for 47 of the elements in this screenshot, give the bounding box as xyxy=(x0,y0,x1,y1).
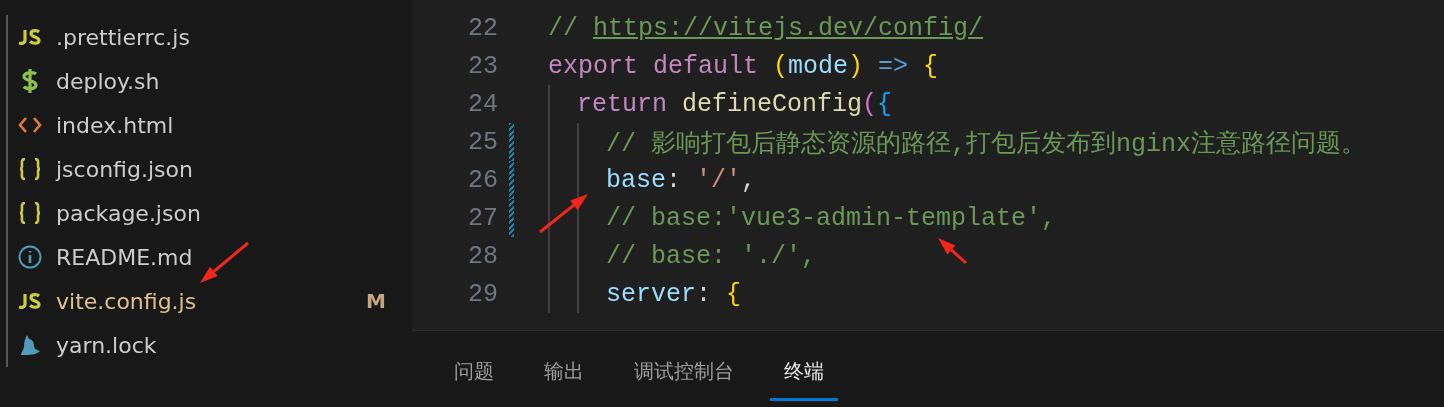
line-number: 24 xyxy=(467,89,498,119)
file-name: index.html xyxy=(56,112,174,138)
panel-tab[interactable]: 输出 xyxy=(530,341,598,401)
dollar-icon xyxy=(22,68,38,94)
code-line: server: { xyxy=(606,279,742,309)
panel-tab[interactable]: 问题 xyxy=(440,341,508,401)
code-line: // 影响打包后静态资源的路径,打包后发布到nginx注意路径问题。 xyxy=(606,128,1367,159)
file-item[interactable]: .prettierrc.js xyxy=(8,15,412,59)
file-name: .prettierrc.js xyxy=(56,24,190,50)
panel-tab[interactable]: 调试控制台 xyxy=(620,341,748,401)
file-item[interactable]: vite.config.js M xyxy=(8,279,412,323)
code-line: return defineConfig({ xyxy=(577,89,893,119)
line-number: 26 xyxy=(467,165,498,195)
modified-status: M xyxy=(366,289,386,313)
line-number: 29 xyxy=(467,279,498,309)
annotation-arrow xyxy=(938,238,967,265)
code-line: export default (mode) => { xyxy=(548,51,939,81)
file-item[interactable]: yarn.lock xyxy=(8,323,412,367)
file-item[interactable]: README.md xyxy=(8,235,412,279)
file-name: jsconfig.json xyxy=(56,156,193,182)
code-line: base: '/', xyxy=(606,165,757,195)
annotation-arrow xyxy=(200,241,249,283)
file-item[interactable]: index.html xyxy=(8,103,412,147)
js-file-icon xyxy=(17,28,43,46)
line-number: 25 xyxy=(467,127,498,157)
line-number: 23 xyxy=(467,51,498,81)
line-number: 22 xyxy=(467,13,498,43)
braces-icon xyxy=(18,202,42,224)
code-line: // base:'vue3-admin-template', xyxy=(606,203,1057,233)
info-icon xyxy=(18,245,42,269)
file-item[interactable]: deploy.sh xyxy=(8,59,412,103)
file-name: package.json xyxy=(56,200,201,226)
line-number: 27 xyxy=(467,203,498,233)
braces-icon xyxy=(18,158,42,180)
file-name: yarn.lock xyxy=(56,332,157,358)
file-item[interactable]: package.json xyxy=(8,191,412,235)
code-brackets-icon xyxy=(18,116,42,134)
line-number: 28 xyxy=(467,241,498,271)
code-line: // https://vitejs.dev/config/ xyxy=(548,13,984,43)
js-file-icon xyxy=(17,292,43,310)
annotation-arrow xyxy=(539,194,588,234)
file-name: README.md xyxy=(56,244,193,270)
file-name: vite.config.js xyxy=(56,288,197,314)
file-name: deploy.sh xyxy=(56,68,160,94)
panel-tab[interactable]: 终端 xyxy=(770,341,838,401)
file-item[interactable]: jsconfig.json xyxy=(8,147,412,191)
code-line: // base: './', xyxy=(606,241,817,271)
